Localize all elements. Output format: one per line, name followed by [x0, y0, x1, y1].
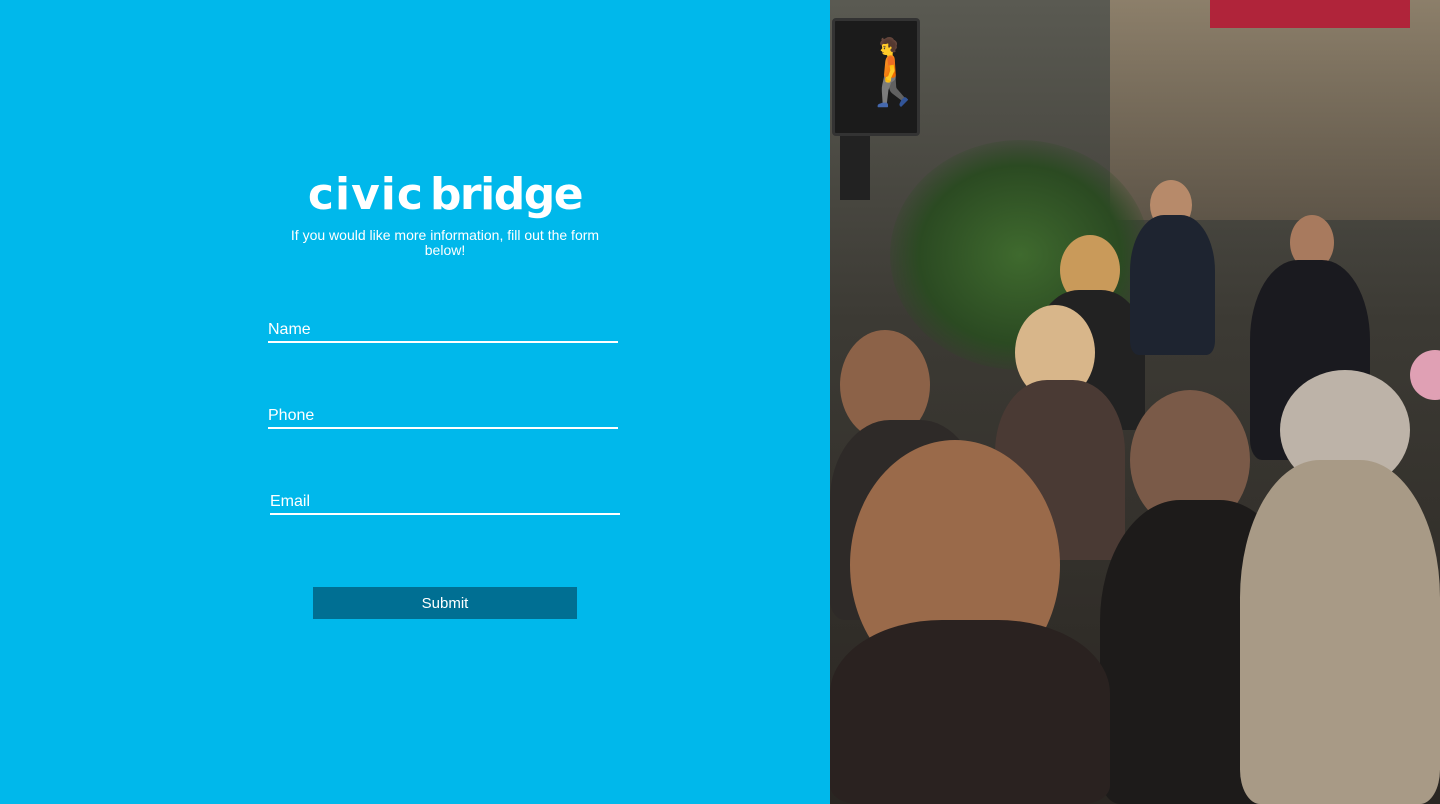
email-field-container — [270, 491, 620, 515]
crowd-person-head — [1410, 350, 1440, 400]
red-awning — [1210, 0, 1410, 28]
walk-signal-icon: 🚶 — [853, 36, 933, 110]
crowd-photo: 🚶 — [830, 0, 1440, 804]
brand-logo: civic bridge — [0, 170, 890, 220]
signal-pole — [840, 130, 870, 200]
name-input[interactable] — [268, 319, 618, 341]
crowd-person-body — [1130, 215, 1215, 355]
form-tagline: If you would like more information, fill… — [290, 227, 600, 258]
pedestrian-signal: 🚶 — [832, 18, 933, 136]
logo-word-bridge: bridge — [429, 169, 584, 220]
logo-word-civic: civic — [307, 169, 424, 220]
form-panel: civic bridge If you would like more infor… — [0, 0, 830, 804]
crowd-person-body — [1240, 460, 1440, 804]
name-field-container — [268, 319, 618, 343]
page: civic bridge If you would like more infor… — [0, 0, 1440, 804]
phone-input[interactable] — [268, 405, 618, 427]
crowd-person-body — [830, 620, 1110, 804]
email-input[interactable] — [270, 491, 620, 513]
phone-field-container — [268, 405, 618, 429]
submit-button[interactable]: Submit — [313, 587, 577, 619]
